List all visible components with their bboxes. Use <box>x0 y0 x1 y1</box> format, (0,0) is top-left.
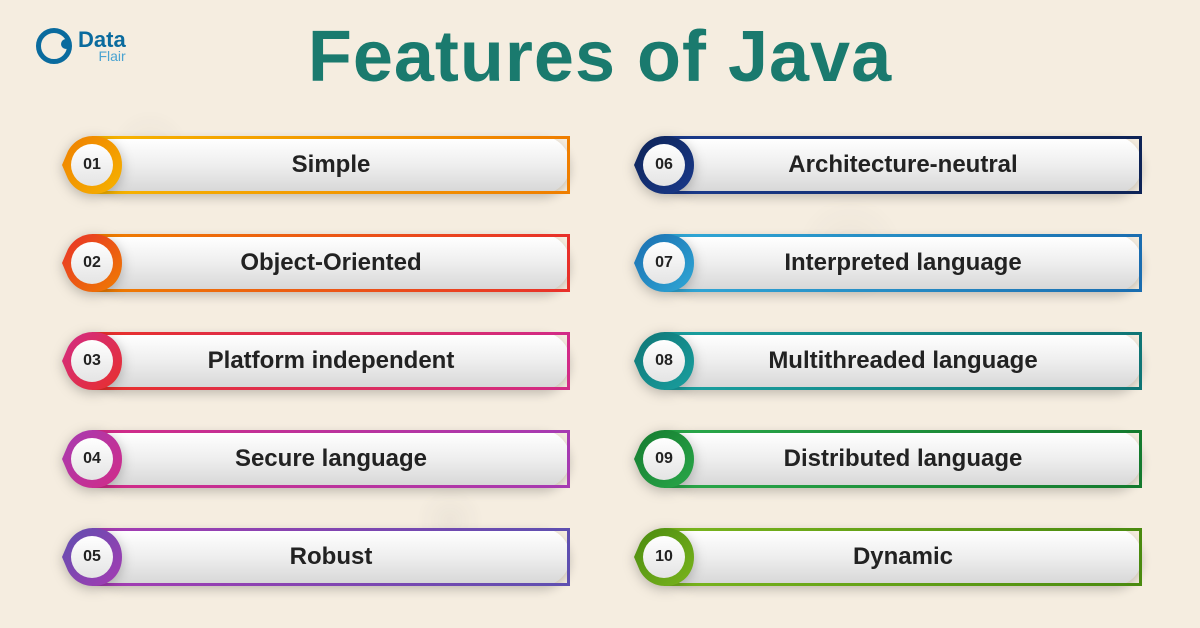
feature-number: 02 <box>71 242 113 284</box>
number-badge: 09 <box>630 424 700 494</box>
feature-pill: Interpreted language <box>664 234 1142 292</box>
feature-pill: Object-Oriented <box>92 234 570 292</box>
feature-number: 10 <box>643 536 685 578</box>
number-badge: 08 <box>630 326 700 396</box>
feature-item: 05 Robust <box>58 520 570 594</box>
feature-number: 09 <box>643 438 685 480</box>
feature-label: Multithreaded language <box>768 347 1037 375</box>
feature-pill: Platform independent <box>92 332 570 390</box>
number-badge: 02 <box>58 228 128 298</box>
feature-label: Robust <box>290 543 373 571</box>
feature-number: 05 <box>71 536 113 578</box>
feature-number: 01 <box>71 144 113 186</box>
feature-pill: Multithreaded language <box>664 332 1142 390</box>
feature-item: 06 Architecture-neutral <box>630 128 1142 202</box>
number-badge: 01 <box>58 130 128 200</box>
feature-label: Dynamic <box>853 543 953 571</box>
feature-item: 09 Distributed language <box>630 422 1142 496</box>
feature-item: 08 Multithreaded language <box>630 324 1142 398</box>
logo-text: Data Flair <box>78 29 126 63</box>
feature-label: Distributed language <box>784 445 1023 473</box>
feature-number: 06 <box>643 144 685 186</box>
number-badge: 07 <box>630 228 700 298</box>
feature-item: 02 Object-Oriented <box>58 226 570 300</box>
feature-item: 07 Interpreted language <box>630 226 1142 300</box>
feature-pill: Robust <box>92 528 570 586</box>
feature-label: Architecture-neutral <box>788 151 1017 179</box>
feature-label: Object-Oriented <box>240 249 421 277</box>
feature-pill: Distributed language <box>664 430 1142 488</box>
feature-label: Interpreted language <box>784 249 1021 277</box>
number-badge: 03 <box>58 326 128 396</box>
feature-label: Secure language <box>235 445 427 473</box>
number-badge: 06 <box>630 130 700 200</box>
feature-item: 04 Secure language <box>58 422 570 496</box>
logo: Data Flair <box>36 28 126 64</box>
feature-number: 03 <box>71 340 113 382</box>
number-badge: 05 <box>58 522 128 592</box>
feature-item: 10 Dynamic <box>630 520 1142 594</box>
feature-pill: Secure language <box>92 430 570 488</box>
feature-item: 01 Simple <box>58 128 570 202</box>
feature-item: 03 Platform independent <box>58 324 570 398</box>
feature-number: 07 <box>643 242 685 284</box>
feature-number: 04 <box>71 438 113 480</box>
feature-pill: Simple <box>92 136 570 194</box>
logo-icon <box>36 28 72 64</box>
feature-label: Simple <box>292 151 371 179</box>
number-badge: 10 <box>630 522 700 592</box>
feature-number: 08 <box>643 340 685 382</box>
number-badge: 04 <box>58 424 128 494</box>
feature-pill: Dynamic <box>664 528 1142 586</box>
feature-pill: Architecture-neutral <box>664 136 1142 194</box>
feature-label: Platform independent <box>208 347 455 375</box>
